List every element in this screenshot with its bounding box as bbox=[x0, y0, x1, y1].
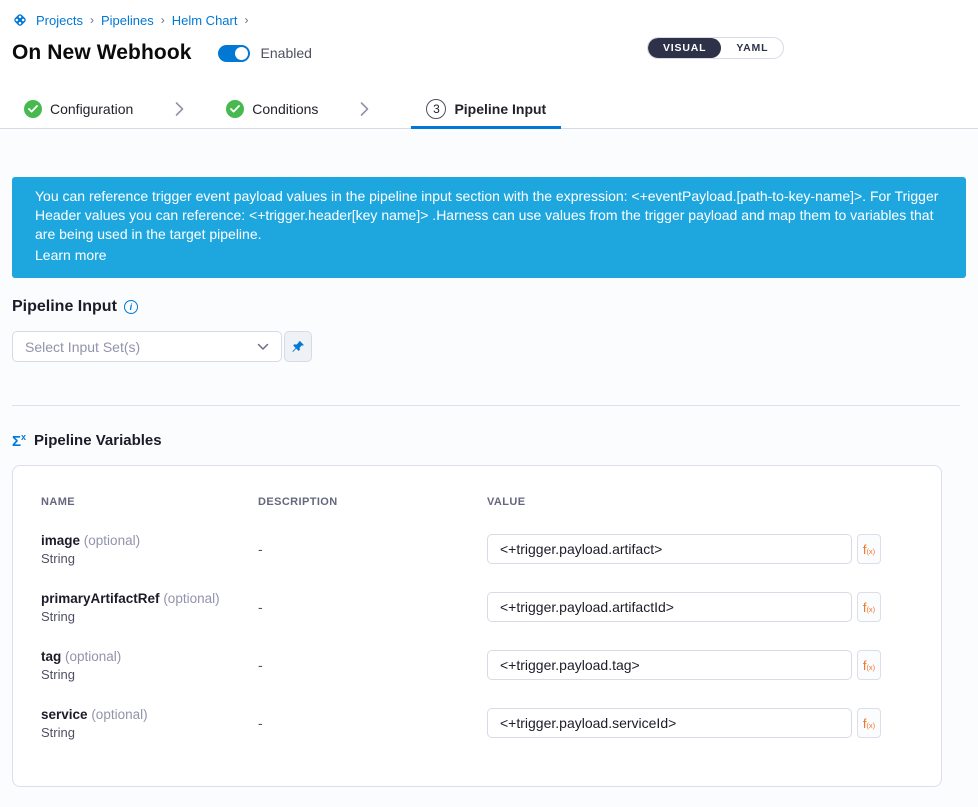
variable-type: String bbox=[41, 667, 258, 682]
variable-description: - bbox=[258, 715, 487, 731]
variable-name-cell: image (optional) String bbox=[41, 533, 258, 566]
table-row: image (optional) String - f(x) bbox=[41, 520, 913, 578]
tab-label: Conditions bbox=[252, 101, 318, 117]
value-input[interactable] bbox=[487, 592, 852, 622]
chevron-down-icon bbox=[257, 343, 269, 351]
step-number-badge: 3 bbox=[426, 99, 446, 119]
page-title: On New Webhook bbox=[12, 41, 192, 65]
learn-more-link[interactable]: Learn more bbox=[35, 246, 107, 265]
value-cell: f(x) bbox=[487, 534, 913, 564]
tab-configuration[interactable]: Configuration bbox=[24, 90, 133, 128]
value-input[interactable] bbox=[487, 534, 852, 564]
variable-name: image bbox=[41, 533, 80, 548]
chevron-right-icon bbox=[360, 101, 369, 117]
wizard-tabbar: Configuration Conditions 3 Pipeline Inpu… bbox=[0, 90, 978, 129]
variable-description: - bbox=[258, 599, 487, 615]
title-row: On New Webhook Enabled bbox=[12, 41, 966, 65]
tab-label: Pipeline Input bbox=[454, 101, 546, 117]
pipeline-variables-heading-row: Σx Pipeline Variables bbox=[12, 432, 966, 449]
pipeline-input-heading: Pipeline Input bbox=[12, 298, 117, 316]
check-icon bbox=[226, 100, 244, 118]
projects-grid-icon bbox=[12, 12, 28, 28]
toggle-knob bbox=[235, 47, 248, 60]
info-banner: You can reference trigger event payload … bbox=[12, 177, 966, 278]
input-set-select[interactable]: Select Input Set(s) bbox=[12, 331, 282, 362]
tab-conditions[interactable]: Conditions bbox=[226, 90, 318, 128]
enabled-label: Enabled bbox=[261, 45, 312, 61]
enabled-toggle[interactable] bbox=[218, 45, 250, 62]
visual-mode-button[interactable]: VISUAL bbox=[648, 38, 721, 58]
optional-label: (optional) bbox=[65, 649, 121, 664]
select-placeholder: Select Input Set(s) bbox=[25, 339, 257, 355]
table-row: service (optional) String - f(x) bbox=[41, 694, 913, 752]
value-input[interactable] bbox=[487, 708, 852, 738]
tab-label: Configuration bbox=[50, 101, 133, 117]
variable-type: String bbox=[41, 725, 258, 740]
optional-label: (optional) bbox=[84, 533, 140, 548]
variable-name: service bbox=[41, 707, 88, 722]
section-divider bbox=[12, 405, 960, 406]
check-icon bbox=[24, 100, 42, 118]
value-input[interactable] bbox=[487, 650, 852, 680]
optional-label: (optional) bbox=[91, 707, 147, 722]
view-mode-toggle: VISUAL YAML bbox=[647, 37, 784, 59]
info-icon[interactable]: i bbox=[124, 300, 138, 314]
expression-button[interactable]: f(x) bbox=[857, 650, 881, 680]
variable-name-cell: primaryArtifactRef (optional) String bbox=[41, 591, 258, 624]
content-area: You can reference trigger event payload … bbox=[0, 129, 978, 807]
value-cell: f(x) bbox=[487, 708, 913, 738]
variable-type: String bbox=[41, 551, 258, 566]
column-header-description: DESCRIPTION bbox=[258, 496, 487, 508]
breadcrumb-separator: › bbox=[160, 13, 166, 27]
breadcrumb-separator: › bbox=[243, 13, 249, 27]
breadcrumb-link-pipelines[interactable]: Pipelines bbox=[101, 13, 154, 28]
variable-description: - bbox=[258, 541, 487, 557]
column-header-value: VALUE bbox=[487, 496, 913, 508]
value-cell: f(x) bbox=[487, 592, 913, 622]
page-header: Projects › Pipelines › Helm Chart › On N… bbox=[0, 0, 978, 90]
banner-text: You can reference trigger event payload … bbox=[35, 187, 943, 244]
table-row: primaryArtifactRef (optional) String - f… bbox=[41, 578, 913, 636]
variable-name-cell: service (optional) String bbox=[41, 707, 258, 740]
breadcrumb-link-helm-chart[interactable]: Helm Chart bbox=[172, 13, 238, 28]
pin-icon bbox=[291, 340, 305, 354]
expression-button[interactable]: f(x) bbox=[857, 534, 881, 564]
input-set-select-row: Select Input Set(s) bbox=[12, 331, 966, 362]
variable-type: String bbox=[41, 609, 258, 624]
table-header-row: NAME DESCRIPTION VALUE bbox=[41, 496, 913, 508]
pin-button[interactable] bbox=[284, 331, 312, 362]
tab-pipeline-input[interactable]: 3 Pipeline Input bbox=[411, 91, 561, 129]
column-header-name: NAME bbox=[41, 496, 258, 508]
breadcrumb-separator: › bbox=[89, 13, 95, 27]
pipeline-input-heading-row: Pipeline Input i bbox=[12, 298, 966, 316]
yaml-mode-button[interactable]: YAML bbox=[721, 38, 783, 58]
pipeline-variables-heading: Pipeline Variables bbox=[34, 432, 162, 449]
variable-name: primaryArtifactRef bbox=[41, 591, 160, 606]
variable-description: - bbox=[258, 657, 487, 673]
variables-card: NAME DESCRIPTION VALUE image (optional) … bbox=[12, 465, 942, 787]
table-row: tag (optional) String - f(x) bbox=[41, 636, 913, 694]
expression-button[interactable]: f(x) bbox=[857, 592, 881, 622]
breadcrumb: Projects › Pipelines › Helm Chart › bbox=[12, 12, 966, 28]
chevron-right-icon bbox=[175, 101, 184, 117]
variable-name-cell: tag (optional) String bbox=[41, 649, 258, 682]
variable-name: tag bbox=[41, 649, 61, 664]
sigma-icon: Σx bbox=[12, 433, 26, 449]
expression-button[interactable]: f(x) bbox=[857, 708, 881, 738]
optional-label: (optional) bbox=[163, 591, 219, 606]
value-cell: f(x) bbox=[487, 650, 913, 680]
breadcrumb-link-projects[interactable]: Projects bbox=[36, 13, 83, 28]
